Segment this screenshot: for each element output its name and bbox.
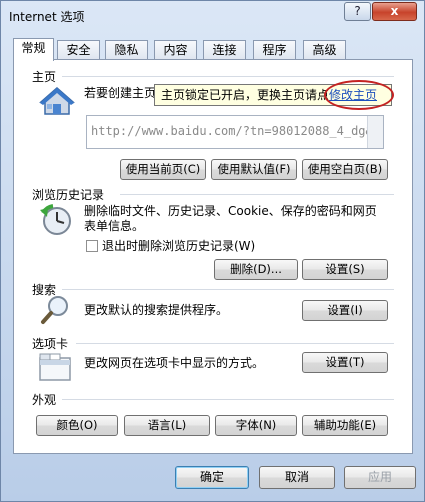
fonts-button[interactable]: 字体(N) <box>215 415 297 436</box>
delete-on-exit-checkbox[interactable] <box>86 240 98 252</box>
use-blank-button[interactable]: 使用空白页(B) <box>302 159 388 180</box>
history-settings-button[interactable]: 设置(S) <box>302 259 388 280</box>
general-tab-panel: 主页 若要创建主页 主页锁定已开启，更换主页请点修改主页 http://www.… <box>13 59 413 454</box>
history-divider <box>120 194 394 195</box>
red-highlight-circle <box>324 80 394 110</box>
homepage-description: 若要创建主页 <box>84 86 157 100</box>
window-title: Internet 选项 <box>9 10 85 24</box>
use-default-button[interactable]: 使用默认值(F) <box>211 159 297 180</box>
tab-privacy[interactable]: 隐私 <box>105 40 148 59</box>
delete-history-button[interactable]: 删除(D)... <box>214 259 298 280</box>
appearance-divider <box>62 399 394 400</box>
help-button[interactable]: ? <box>344 2 371 21</box>
history-description-line1: 删除临时文件、历史记录、Cookie、保存的密码和网页 <box>84 204 377 218</box>
tab-connections[interactable]: 连接 <box>203 40 246 59</box>
tabs-divider <box>76 343 394 344</box>
languages-button[interactable]: 语言(L) <box>124 415 210 436</box>
ok-button[interactable]: 确定 <box>175 466 249 489</box>
search-description: 更改默认的搜索提供程序。 <box>84 303 229 317</box>
tabbed-window-icon <box>38 352 72 385</box>
tab-general[interactable]: 常规 <box>13 38 54 61</box>
homepage-group-label: 主页 <box>32 70 57 84</box>
tabs-group-label: 选项卡 <box>32 337 69 351</box>
magnifier-icon <box>40 294 72 329</box>
history-group-label: 浏览历史记录 <box>32 188 105 202</box>
title-bar: Internet 选项 ? x <box>1 1 424 29</box>
delete-on-exit-label: 退出时删除浏览历史记录(W) <box>102 239 256 253</box>
tab-content[interactable]: 内容 <box>154 40 197 59</box>
homepage-divider <box>62 76 394 77</box>
history-clock-icon <box>39 203 73 240</box>
internet-options-dialog: Internet 选项 ? x 常规 安全 隐私 内容 连接 程序 高级 主页 … <box>0 0 425 502</box>
tab-advanced[interactable]: 高级 <box>303 40 346 59</box>
homepage-url-text: http://www.baidu.com/?tn=98012088_4_dg&c… <box>91 124 384 138</box>
cancel-button[interactable]: 取消 <box>259 466 335 489</box>
tab-security[interactable]: 安全 <box>57 40 100 59</box>
url-scrollbar[interactable] <box>367 116 383 148</box>
colors-button[interactable]: 颜色(O) <box>36 415 118 436</box>
history-description-line2: 表单信息。 <box>84 219 145 233</box>
close-button[interactable]: x <box>372 2 417 21</box>
search-settings-button[interactable]: 设置(I) <box>302 300 388 321</box>
tab-programs[interactable]: 程序 <box>253 40 296 59</box>
tabs-settings-button[interactable]: 设置(T) <box>302 352 388 373</box>
use-current-page-button[interactable]: 使用当前页(C) <box>120 159 206 180</box>
tabs-description: 更改网页在选项卡中显示的方式。 <box>84 356 265 370</box>
apply-button[interactable]: 应用 <box>344 466 416 489</box>
accessibility-button[interactable]: 辅助功能(E) <box>302 415 388 436</box>
homepage-url-field[interactable]: http://www.baidu.com/?tn=98012088_4_dg&c… <box>86 115 384 149</box>
appearance-group-label: 外观 <box>32 393 57 407</box>
tooltip-text: 主页锁定已开启，更换主页请点 <box>161 88 330 102</box>
search-divider <box>62 289 394 290</box>
house-icon <box>39 86 75 119</box>
